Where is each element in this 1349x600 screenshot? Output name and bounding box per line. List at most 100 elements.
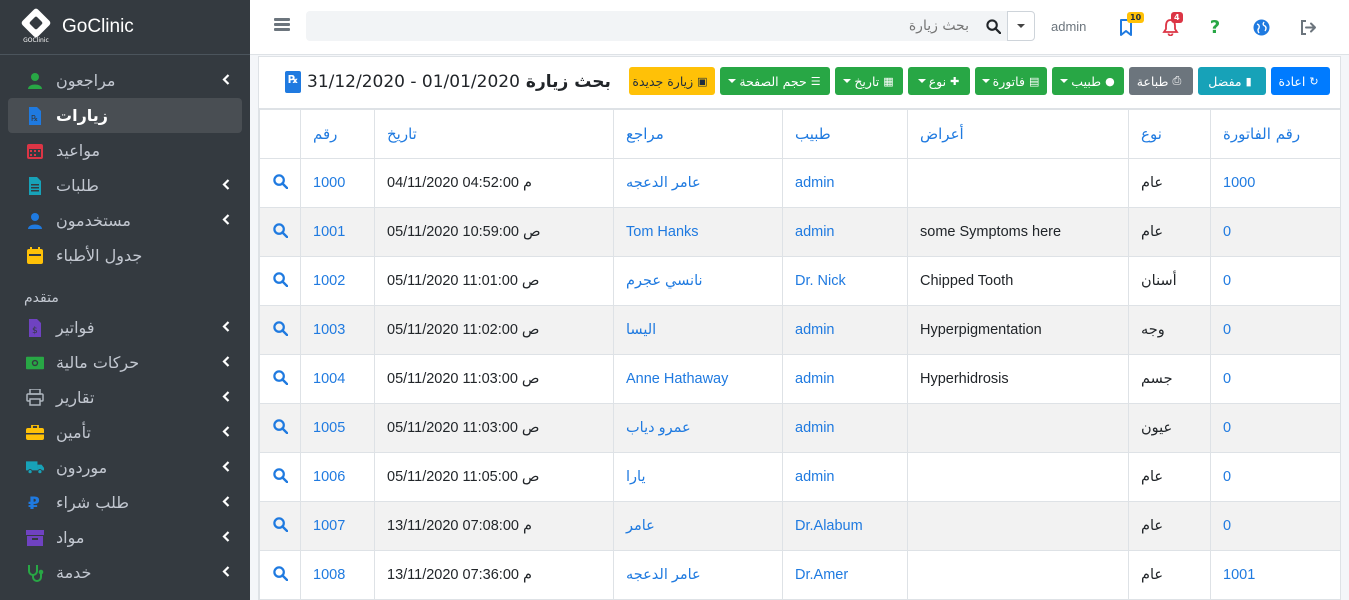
sidebar-item-advanced-7[interactable]: خدمة [8,555,242,590]
search-icon[interactable] [272,271,288,291]
sidebar-item-advanced-3[interactable]: تأمين [8,415,242,450]
sidebar-item-advanced-5[interactable]: ₽ طلب شراء [8,485,242,520]
users-icon [26,212,44,230]
page-size-button[interactable]: حجم الصفحة ☰ [720,67,830,95]
cell-patient[interactable]: عامر [613,501,783,551]
cell-invoice[interactable]: 1001 [1210,550,1341,600]
cell-invoice[interactable]: 1000 [1210,158,1341,208]
cell-invoice[interactable]: 0 [1210,452,1341,502]
search-icon[interactable] [979,11,1007,41]
cell-id[interactable]: 1003 [300,305,375,355]
chevron-left-icon [222,355,230,371]
search-input[interactable] [306,11,979,41]
sidebar-item-main-2[interactable]: مواعيد [8,133,242,168]
brand[interactable]: GOClinic GoClinic [0,0,250,55]
sidebar-item-main-5[interactable]: جدول الأطباء [8,238,242,273]
sidebar-item-main-3[interactable]: طلبات [8,168,242,203]
calendar-icon: ▦ [883,74,894,88]
table-row[interactable]: 1000 04/11/2020 04:52:00 م عامر الدعجه admi… [259,158,1341,208]
menu-toggle-icon[interactable] [274,18,290,32]
reset-button[interactable]: اعادة ↻ [1271,67,1330,95]
cell-patient[interactable]: اليسا [613,305,783,355]
cell-patient[interactable]: Tom Hanks [613,207,783,257]
cell-invoice[interactable]: 0 [1210,403,1341,453]
sidebar-item-advanced-6[interactable]: مواد [8,520,242,555]
table-row[interactable]: 1008 13/11/2020 07:36:00 م عامر الدعجه Dr.A… [259,550,1341,600]
date-range: 31/12/2020 - 01/01/2020 [307,72,520,92]
column-header-5[interactable]: أعراض [907,109,1129,159]
cell-id[interactable]: 1006 [300,452,375,502]
table-row[interactable]: 1004 05/11/2020 11:03:00 ص Anne Hathaway ad… [259,354,1341,404]
cell-invoice[interactable]: 0 [1210,354,1341,404]
search-icon[interactable] [272,516,288,536]
cell-date: 05/11/2020 11:02:00 ص [374,305,614,355]
column-header-6[interactable]: نوع [1128,109,1211,159]
print-button[interactable]: طباعة ⎙ [1129,67,1193,95]
sidebar-item-main-4[interactable]: مستخدمون [8,203,242,238]
cell-invoice[interactable]: 0 [1210,256,1341,306]
flag-icon[interactable]: 10 [1116,12,1145,37]
cell-doctor[interactable]: admin [782,354,908,404]
table-row[interactable]: 1002 05/11/2020 11:01:00 ص نانسي عجرم Dr. N… [259,256,1341,306]
bell-icon[interactable]: 4 [1160,12,1183,37]
cell-patient[interactable]: Anne Hathaway [613,354,783,404]
sidebar-item-advanced-4[interactable]: موردون [8,450,242,485]
table-row[interactable]: 1005 05/11/2020 11:03:00 ص عمرو دياب admin ع… [259,403,1341,453]
column-header-2[interactable]: تاريخ [374,109,614,159]
date-filter-button[interactable]: تاريخ ▦ [835,67,903,95]
table-row[interactable]: 1007 13/11/2020 07:08:00 م عامر Dr.Alabum عا… [259,501,1341,551]
search-icon[interactable] [272,222,288,242]
cell-patient[interactable]: يارا [613,452,783,502]
sidebar-item-advanced-1[interactable]: حركات مالية [8,345,242,380]
cell-invoice[interactable]: 0 [1210,305,1341,355]
cell-id[interactable]: 1001 [300,207,375,257]
column-header-3[interactable]: مراجع [613,109,783,159]
cell-patient[interactable]: عامر الدعجه [613,550,783,600]
cell-id[interactable]: 1007 [300,501,375,551]
table-row[interactable]: 1003 05/11/2020 11:02:00 ص اليسا admin Hyper… [259,305,1341,355]
column-header-4[interactable]: طبيب [782,109,908,159]
cell-doctor[interactable]: Dr. Nick [782,256,908,306]
help-icon[interactable]: ? [1205,17,1225,38]
cell-invoice[interactable]: 0 [1210,207,1341,257]
cell-doctor[interactable]: admin [782,403,908,453]
table-row[interactable]: 1006 05/11/2020 11:05:00 ص يارا admin عام 0 [259,452,1341,502]
cell-id[interactable]: 1004 [300,354,375,404]
cell-id[interactable]: 1000 [300,158,375,208]
search-icon[interactable] [272,418,288,438]
cell-id[interactable]: 1008 [300,550,375,600]
search-icon[interactable] [272,369,288,389]
column-header-7[interactable]: رقم الفاتورة [1210,109,1341,159]
cell-doctor[interactable]: admin [782,305,908,355]
invoice-filter-button[interactable]: فاتورة ▤ [975,67,1047,95]
type-filter-button[interactable]: نوع ✚ [908,67,970,95]
cell-doctor[interactable]: admin [782,207,908,257]
cell-patient[interactable]: عامر الدعجه [613,158,783,208]
search-dropdown-button[interactable] [1007,11,1035,41]
search-icon[interactable] [272,565,288,585]
search-icon[interactable] [272,467,288,487]
cell-patient[interactable]: نانسي عجرم [613,256,783,306]
sidebar-item-main-0[interactable]: مراجعون [8,63,242,98]
cell-doctor[interactable]: Dr.Amer [782,550,908,600]
logout-icon[interactable] [1298,17,1318,37]
table-row[interactable]: 1001 05/11/2020 10:59:00 ص Tom Hanks admin s… [259,207,1341,257]
sidebar-item-main-1[interactable]: ℞ زيارات [8,98,242,133]
search-icon[interactable] [272,320,288,340]
cell-id[interactable]: 1005 [300,403,375,453]
cell-id[interactable]: 1002 [300,256,375,306]
cell-doctor[interactable]: admin [782,452,908,502]
favorite-button[interactable]: مفضل ▮ [1198,67,1266,95]
search-icon[interactable] [272,173,288,193]
cell-doctor[interactable]: admin [782,158,908,208]
column-header-1[interactable]: رقم [300,109,375,159]
globe-icon[interactable] [1251,17,1271,37]
cell-doctor[interactable]: Dr.Alabum [782,501,908,551]
cell-invoice[interactable]: 0 [1210,501,1341,551]
sidebar-item-advanced-0[interactable]: $ فواتير [8,310,242,345]
doctor-filter-button[interactable]: طبيب ● [1052,67,1124,95]
sidebar-item-advanced-2[interactable]: تقارير [8,380,242,415]
new-visit-button[interactable]: زيارة جديدة ▣ [629,67,715,95]
cell-patient[interactable]: عمرو دياب [613,403,783,453]
user-name[interactable]: admin [1051,19,1086,34]
